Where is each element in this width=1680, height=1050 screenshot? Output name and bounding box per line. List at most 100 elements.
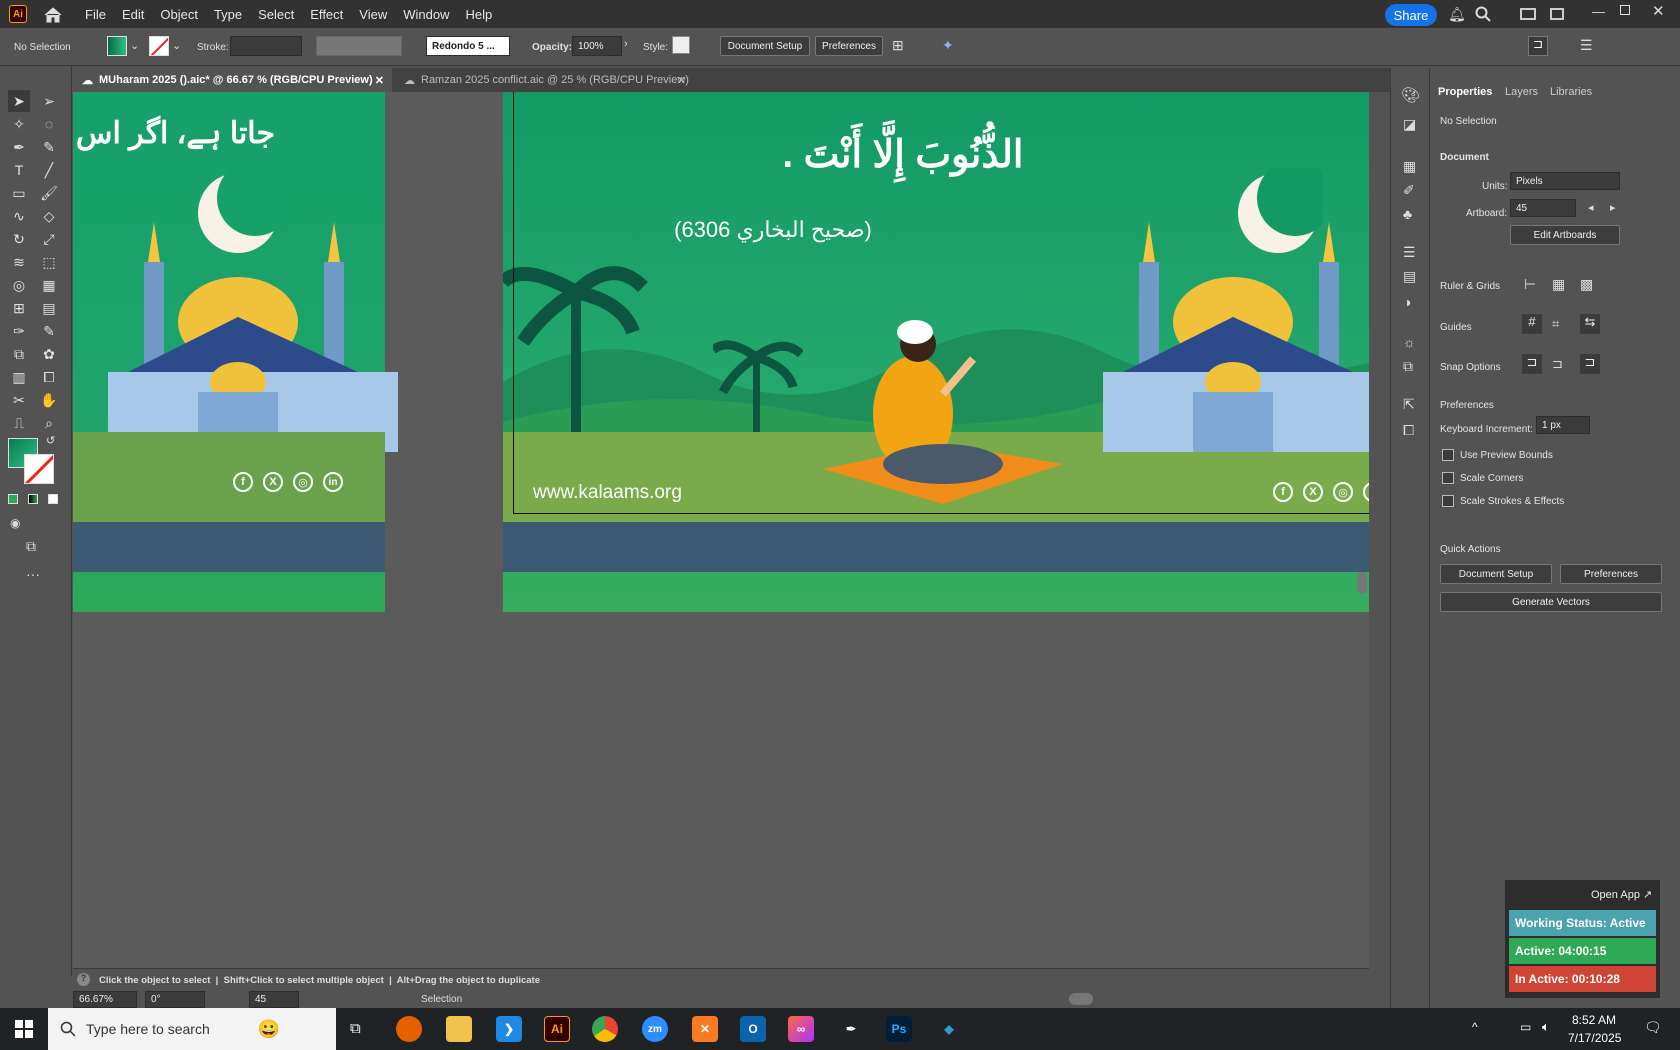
variable-width-field[interactable] bbox=[316, 36, 402, 56]
transparency-icon[interactable]: ◑ bbox=[1403, 294, 1411, 310]
qa-document-setup-button[interactable]: Document Setup bbox=[1440, 564, 1552, 584]
outlook-icon[interactable]: O bbox=[740, 1016, 766, 1042]
scale-strokes-checkbox[interactable] bbox=[1442, 495, 1454, 507]
pen-tool-icon[interactable]: ✒ bbox=[838, 1016, 864, 1042]
eyedropper-tool-icon[interactable]: ✑ bbox=[8, 320, 30, 342]
screen-mode-icon[interactable]: ⧉ bbox=[26, 538, 36, 555]
color-mode-icon[interactable] bbox=[8, 494, 18, 504]
grid-icon[interactable]: ▦ bbox=[1552, 276, 1565, 293]
color-panel-icon[interactable]: 🎨︎ bbox=[1401, 86, 1420, 104]
tab-layers[interactable]: Layers bbox=[1505, 86, 1538, 98]
opacity-field[interactable]: 100% bbox=[572, 36, 622, 56]
free-transform-tool-icon[interactable]: ⬚ bbox=[38, 251, 60, 273]
brushes-icon[interactable]: ✐ bbox=[1403, 182, 1415, 199]
mesh-tool-icon[interactable]: ⊞ bbox=[8, 297, 30, 319]
snap-to-pixel-icon[interactable]: ⊐ bbox=[1528, 36, 1548, 56]
menu-help[interactable]: Help bbox=[465, 7, 492, 22]
align-icon[interactable]: ⊞ bbox=[892, 37, 904, 54]
gradient-tool-icon[interactable]: ▤ bbox=[38, 297, 60, 319]
creative-cloud-icon[interactable]: ∞ bbox=[788, 1016, 814, 1042]
artboard-main[interactable]: الذُّنُوبَ إِلَّا أَنْتَ . (صحيح البخاري… bbox=[503, 92, 1369, 612]
minimize-icon[interactable]: — bbox=[1592, 4, 1605, 19]
artboards-panel-icon[interactable]: ⧠ bbox=[1403, 422, 1414, 439]
share-button[interactable]: Share bbox=[1385, 4, 1437, 26]
horizontal-scrollbar[interactable] bbox=[1069, 993, 1093, 1005]
gradient-mode-icon[interactable] bbox=[28, 494, 38, 504]
menu-effect[interactable]: Effect bbox=[310, 7, 343, 22]
type-tool-icon[interactable]: T bbox=[8, 159, 30, 181]
shaper-tool-icon[interactable]: ∿ bbox=[8, 205, 30, 227]
rotation-field[interactable]: 0° bbox=[145, 991, 205, 1008]
chevron-down-icon[interactable]: ⌄ bbox=[172, 39, 181, 52]
slice-tool-icon[interactable]: ✂ bbox=[8, 389, 30, 411]
open-app-link[interactable]: Open App ↗ bbox=[1591, 888, 1652, 901]
scale-tool-icon[interactable]: ⤢ bbox=[38, 228, 60, 250]
appearance-icon[interactable]: ☼ bbox=[1403, 334, 1416, 350]
close-tab-icon[interactable]: ✕ bbox=[375, 74, 384, 87]
hand-tool-icon[interactable]: ✋ bbox=[38, 389, 60, 411]
document-setup-button[interactable]: Document Setup bbox=[720, 36, 810, 56]
windows-start-icon[interactable] bbox=[15, 1020, 33, 1038]
guides-icon[interactable]: # bbox=[1522, 314, 1542, 334]
shape-builder-tool-icon[interactable]: ◎ bbox=[8, 274, 30, 296]
taskbar-search-box[interactable]: Type here to search 😀 bbox=[48, 1008, 336, 1050]
symbols-icon[interactable]: ♣ bbox=[1403, 206, 1412, 222]
close-icon[interactable]: ✕ bbox=[1652, 2, 1665, 20]
lasso-tool-icon[interactable]: ◌ bbox=[38, 113, 60, 135]
clock-date[interactable]: 7/17/2025 bbox=[1568, 1031, 1621, 1045]
eraser-tool-icon[interactable]: ◇ bbox=[38, 205, 60, 227]
stroke-swatch[interactable] bbox=[149, 36, 169, 56]
stroke-panel-icon[interactable]: ☰ bbox=[1403, 244, 1416, 261]
task-view-icon[interactable]: ⧉ bbox=[350, 1020, 361, 1037]
scale-corners-checkbox[interactable] bbox=[1442, 472, 1454, 484]
snap-to-pixel-icon[interactable]: ⊐ bbox=[1580, 354, 1600, 374]
xampp-icon[interactable]: ✕ bbox=[692, 1016, 718, 1042]
menu-window[interactable]: Window bbox=[403, 7, 449, 22]
menu-file[interactable]: File bbox=[85, 7, 106, 22]
pen-tool-icon[interactable]: ✒ bbox=[8, 136, 30, 158]
keyboard-increment-field[interactable]: 1 px bbox=[1536, 416, 1590, 434]
search-icon[interactable] bbox=[1475, 6, 1491, 22]
warp-tool-icon[interactable]: ≋ bbox=[8, 251, 30, 273]
paintbrush-tool-icon[interactable]: 🖌︎ bbox=[38, 182, 60, 204]
magic-wand-tool-icon[interactable]: ✧ bbox=[8, 113, 30, 135]
tab-properties[interactable]: Properties bbox=[1438, 86, 1492, 98]
close-tab-icon[interactable]: ✕ bbox=[677, 74, 686, 87]
volume-icon[interactable]: 🔈︎ bbox=[1542, 1019, 1550, 1035]
draw-mode-icon[interactable]: ◉ bbox=[10, 516, 20, 530]
notifications-icon[interactable]: 🗨︎ bbox=[1644, 1019, 1662, 1036]
graph-tool-icon[interactable]: ▥ bbox=[8, 366, 30, 388]
lock-guides-icon[interactable]: ⇆ bbox=[1580, 314, 1600, 334]
arrange-documents-icon[interactable] bbox=[1550, 8, 1564, 20]
preferences-button[interactable]: Preferences bbox=[815, 36, 883, 56]
restore-icon[interactable] bbox=[1620, 5, 1630, 15]
artboard-select[interactable]: 45 bbox=[1510, 199, 1576, 217]
menu-type[interactable]: Type bbox=[214, 7, 242, 22]
stroke-weight-field[interactable] bbox=[230, 36, 302, 56]
show-hidden-icons[interactable]: ^ bbox=[1472, 1020, 1478, 1034]
style-swatch[interactable] bbox=[672, 36, 690, 54]
line-tool-icon[interactable]: ╱ bbox=[38, 159, 60, 181]
more-tools-icon[interactable]: ··· bbox=[26, 566, 40, 582]
artboard-tool-icon[interactable]: ⧠ bbox=[38, 366, 60, 388]
next-artboard-icon[interactable]: ▸ bbox=[1610, 201, 1616, 214]
swap-fill-stroke-icon[interactable]: ↺ bbox=[46, 434, 55, 447]
artboard-left[interactable]: جاتا ہے، اگر اس f X ◎ in bbox=[73, 92, 398, 612]
gradient-panel-icon[interactable]: ▤ bbox=[1403, 268, 1416, 285]
use-preview-bounds-checkbox[interactable] bbox=[1442, 449, 1454, 461]
firefox-icon[interactable] bbox=[396, 1016, 422, 1042]
more-options-icon[interactable]: ☰ bbox=[1580, 37, 1593, 54]
knife-tool-icon[interactable]: ⎍ bbox=[8, 412, 30, 434]
rotate-tool-icon[interactable]: ↻ bbox=[8, 228, 30, 250]
brush-definition-field[interactable]: Redondo 5 ... bbox=[426, 36, 510, 56]
stroke-color-icon[interactable] bbox=[24, 454, 54, 484]
clock-time[interactable]: 8:52 AM bbox=[1572, 1013, 1616, 1027]
zoom-tool-icon[interactable]: ⌕ bbox=[38, 412, 60, 434]
canvas-area[interactable]: جاتا ہے، اگر اس f X ◎ in الذُّنُوبَ إِلَ… bbox=[73, 92, 1369, 968]
chrome-icon[interactable] bbox=[592, 1016, 618, 1042]
workspace-icon[interactable] bbox=[1520, 8, 1536, 20]
zoom-field[interactable]: 66.67% bbox=[73, 991, 137, 1008]
menu-object[interactable]: Object bbox=[160, 7, 198, 22]
menu-edit[interactable]: Edit bbox=[122, 7, 144, 22]
photoshop-icon[interactable]: Ps bbox=[886, 1016, 912, 1042]
